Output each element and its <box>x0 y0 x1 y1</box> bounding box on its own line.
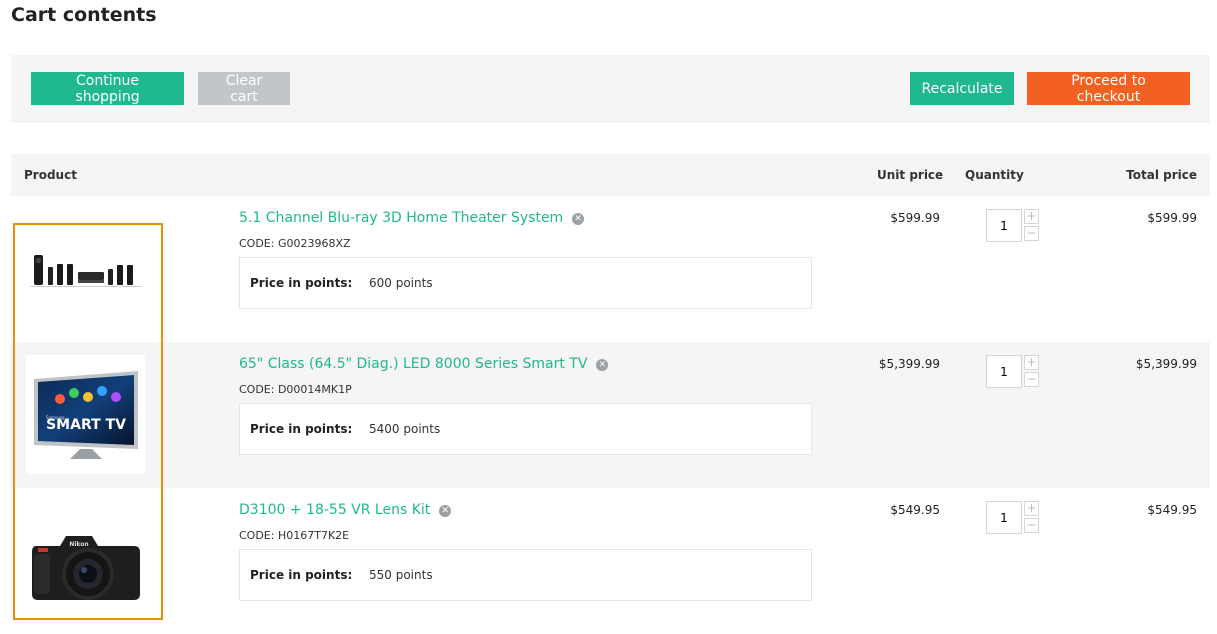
quantity-increase-icon[interactable]: + <box>1024 355 1039 370</box>
points-label: Price in points: <box>250 276 353 290</box>
proceed-to-checkout-button[interactable]: Proceed to checkout <box>1027 72 1190 105</box>
price-in-points: Price in points: 600 points <box>239 257 812 309</box>
points-value: 550 points <box>369 568 433 582</box>
header-unit-price: Unit price <box>877 168 944 182</box>
product-name-link[interactable]: 65" Class (64.5" Diag.) LED 8000 Series … <box>239 356 609 372</box>
remove-item-icon[interactable]: ✕ <box>572 213 585 225</box>
quantity-input[interactable] <box>986 501 1022 534</box>
home-theater-image <box>29 254 142 287</box>
quantity-input[interactable] <box>986 355 1022 388</box>
header-quantity: Quantity <box>965 168 1024 182</box>
quantity-increase-icon[interactable]: + <box>1024 501 1039 516</box>
product-name[interactable]: D3100 + 18-55 VR Lens Kit <box>239 502 430 518</box>
quantity-input[interactable] <box>986 209 1022 242</box>
header-product: Product <box>24 168 77 182</box>
smart-tv-image: SMART TV Samsung <box>33 370 138 459</box>
header-total-price: Total price <box>1126 168 1197 182</box>
quantity-decrease-icon[interactable]: − <box>1024 226 1039 241</box>
remove-item-icon[interactable]: ✕ <box>596 359 609 371</box>
table-row: SMART TV Samsung 65" Class (64.5" Diag.)… <box>11 342 1210 488</box>
product-thumbnail[interactable]: SMART TV Samsung <box>26 355 145 474</box>
remove-item-icon[interactable]: ✕ <box>439 505 452 517</box>
quantity-decrease-icon[interactable]: − <box>1024 372 1039 387</box>
product-name[interactable]: 65" Class (64.5" Diag.) LED 8000 Series … <box>239 356 587 372</box>
points-label: Price in points: <box>250 422 353 436</box>
clear-cart-button[interactable]: Clear cart <box>198 72 290 105</box>
product-thumbnail[interactable] <box>26 209 145 328</box>
unit-price: $549.95 <box>890 503 940 517</box>
camera-brand-text: Nikon <box>69 541 88 548</box>
page-title: Cart contents <box>11 4 157 26</box>
product-thumbnail[interactable]: Nikon <box>26 501 145 620</box>
recalculate-button[interactable]: Recalculate <box>910 72 1014 105</box>
product-name-link[interactable]: 5.1 Channel Blu-ray 3D Home Theater Syst… <box>239 210 585 226</box>
camera-image: Nikon <box>31 535 140 600</box>
tv-brand-text: Samsung <box>46 415 65 420</box>
product-code: CODE: G0023968XZ <box>239 237 351 250</box>
product-name[interactable]: 5.1 Channel Blu-ray 3D Home Theater Syst… <box>239 210 563 226</box>
table-row: Nikon D3100 + 18-55 VR Lens Kit ✕ CODE: H… <box>11 488 1210 634</box>
points-value: 5400 points <box>369 422 441 436</box>
points-value: 600 points <box>369 276 433 290</box>
cart-toolbar: Continue shopping Clear cart Recalculate… <box>11 55 1210 123</box>
total-price: $549.95 <box>1147 503 1197 517</box>
price-in-points: Price in points: 5400 points <box>239 403 812 455</box>
continue-shopping-button[interactable]: Continue shopping <box>31 72 184 105</box>
quantity-increase-icon[interactable]: + <box>1024 209 1039 224</box>
product-name-link[interactable]: D3100 + 18-55 VR Lens Kit ✕ <box>239 502 452 518</box>
quantity-decrease-icon[interactable]: − <box>1024 518 1039 533</box>
total-price: $599.99 <box>1147 211 1197 225</box>
points-label: Price in points: <box>250 568 353 582</box>
price-in-points: Price in points: 550 points <box>239 549 812 601</box>
total-price: $5,399.99 <box>1135 357 1197 371</box>
product-code: CODE: H0167T7K2E <box>239 529 350 542</box>
unit-price: $5,399.99 <box>878 357 940 371</box>
table-row: 5.1 Channel Blu-ray 3D Home Theater Syst… <box>11 196 1210 342</box>
unit-price: $599.99 <box>890 211 940 225</box>
cart-table-header: Product Unit price Quantity Total price <box>11 154 1210 196</box>
product-code: CODE: D00014MK1P <box>239 383 352 396</box>
